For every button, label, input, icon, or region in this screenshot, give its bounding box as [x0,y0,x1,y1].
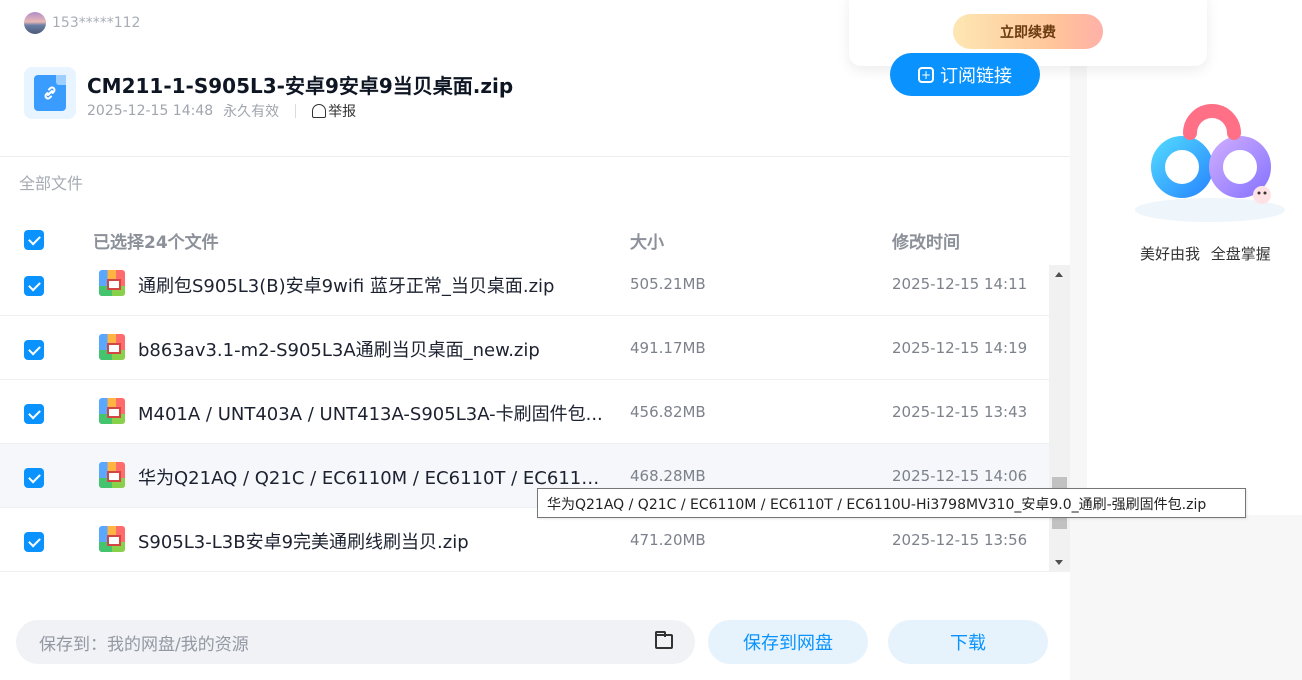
report-link[interactable]: 举报 [312,101,356,121]
file-size: 491.17MB [630,339,706,357]
zip-file-icon [99,398,125,424]
row-checkbox[interactable] [24,340,44,360]
file-name[interactable]: S905L3-L3B安卓9完美通刷线刷当贝.zip [138,528,469,554]
alarm-icon [312,104,327,118]
file-size: 471.20MB [630,531,706,549]
filename-tooltip: 华为Q21AQ / Q21C / EC6110M / EC6110T / EC6… [537,488,1246,518]
table-row[interactable]: M401A / UNT403A / UNT413A-S905L3A-卡刷固件包.… [0,380,1049,444]
avatar[interactable] [24,12,46,34]
file-time: 2025-12-15 14:06 [892,467,1028,485]
file-name[interactable]: 华为Q21AQ / Q21C / EC6110M / EC6110T / EC6… [138,464,603,490]
subscribe-button[interactable]: + 订阅链接 [890,53,1040,96]
file-name[interactable]: M401A / UNT403A / UNT413A-S905L3A-卡刷固件包.… [138,400,603,426]
plus-square-icon: + [918,66,934,83]
table-row[interactable]: b863av3.1-m2-S905L3A通刷当贝桌面_new.zip 491.1… [0,316,1049,380]
file-time: 2025-12-15 14:19 [892,339,1028,357]
folder-icon[interactable] [655,631,673,649]
scroll-up-arrow-icon[interactable] [1055,272,1063,277]
scroll-down-arrow-icon[interactable] [1055,560,1063,565]
row-checkbox[interactable] [24,404,44,424]
header-divider [0,156,1070,157]
file-time: 2025-12-15 14:11 [892,275,1028,293]
file-time: 2025-12-15 13:43 [892,403,1028,421]
meta-divider [295,104,297,118]
link-file-icon [24,67,76,119]
zip-file-icon [99,462,125,488]
file-name[interactable]: 通刷包S905L3(B)安卓9wifi 蓝牙正常_当贝桌面.zip [138,272,555,298]
header-selected-count: 已选择24个文件 [93,233,219,253]
zip-file-icon [99,526,125,552]
promo-slogan: 美好由我 全盘掌握 [1140,245,1271,263]
subscribe-label: 订阅链接 [940,65,1012,87]
row-checkbox[interactable] [24,468,44,488]
share-title: CM211-1-S905L3-安卓9安卓9当贝桌面.zip [87,74,514,98]
save-path-text: 保存到：我的网盘/我的资源 [39,634,249,655]
link-icon [44,86,56,100]
share-validity: 永久有效 [223,104,280,120]
zip-file-icon [99,270,125,296]
table-row[interactable]: 通刷包S905L3(B)安卓9wifi 蓝牙正常_当贝桌面.zip 505.21… [0,252,1049,316]
share-date: 2025-12-15 14:48 [87,103,214,119]
zip-file-icon [99,334,125,360]
share-meta: 2025-12-15 14:48 永久有效 举报 [87,101,356,121]
download-button[interactable]: 下载 [888,620,1048,664]
user-info[interactable]: 153*****112 [24,12,140,34]
report-label: 举报 [328,104,357,120]
file-time: 2025-12-15 13:56 [892,531,1028,549]
cloud-logo-icon [1130,95,1290,225]
user-name: 153*****112 [52,15,141,31]
row-checkbox[interactable] [24,276,44,296]
renew-button[interactable]: 立即续费 [953,14,1103,49]
select-all-checkbox[interactable] [24,230,44,250]
file-size: 468.28MB [630,467,706,485]
breadcrumb-all-files[interactable]: 全部文件 [19,170,83,194]
row-checkbox[interactable] [24,532,44,552]
header-size[interactable]: 大小 [630,228,664,253]
file-name[interactable]: b863av3.1-m2-S905L3A通刷当贝桌面_new.zip [138,336,540,362]
save-path-field[interactable]: 保存到：我的网盘/我的资源 [16,620,695,664]
list-scrollbar[interactable] [1049,265,1070,572]
header-modified-time[interactable]: 修改时间 [892,228,960,253]
save-to-disk-button[interactable]: 保存到网盘 [708,620,868,664]
file-size: 456.82MB [630,403,706,421]
file-list: 通刷包S905L3(B)安卓9wifi 蓝牙正常_当贝桌面.zip 505.21… [0,252,1049,572]
file-size: 505.21MB [630,275,706,293]
